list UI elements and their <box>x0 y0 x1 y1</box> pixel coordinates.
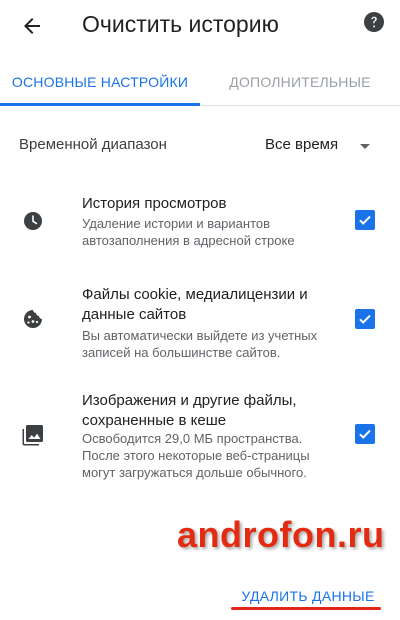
browsing-history-description: Удаление истории и вариантов автозаполне… <box>82 216 295 248</box>
cookies-description: Вы автоматически выйдете из учетных запи… <box>82 328 318 360</box>
check-icon <box>359 215 371 225</box>
browsing-history-option[interactable]: История просмотров Удаление истории и ва… <box>0 190 400 260</box>
time-range-row: Временной диапазон Все время <box>0 124 400 168</box>
browsing-history-checkbox[interactable] <box>355 210 375 230</box>
time-range-dropdown[interactable]: Все время <box>258 128 382 164</box>
tab-basic-settings[interactable]: ОСНОВНЫЕ НАСТРОЙКИ <box>0 58 200 106</box>
check-icon <box>359 429 371 439</box>
help-button[interactable] <box>362 10 386 34</box>
time-range-value: Все время <box>265 136 339 153</box>
watermark-text: androfon.ru <box>177 514 385 555</box>
cached-files-description: Освободится 29,0 МБ пространства. После … <box>82 431 310 480</box>
help-circle-icon <box>364 12 384 32</box>
back-button[interactable] <box>16 10 48 42</box>
cached-files-option[interactable]: Изображения и другие файлы, сохраненные … <box>0 389 400 489</box>
cookie-icon <box>24 310 42 328</box>
active-tab-indicator <box>0 103 200 106</box>
dropdown-arrow-icon <box>360 144 370 149</box>
check-icon <box>359 314 371 324</box>
cached-files-checkbox[interactable] <box>355 424 375 444</box>
tab-advanced-settings[interactable]: ДОПОЛНИТЕЛЬНЫЕ <box>200 58 400 106</box>
time-range-label: Временной диапазон <box>19 136 167 153</box>
cookies-title: Файлы cookie, медиалицензии и данные сай… <box>82 286 308 323</box>
app-bar: Очистить историю <box>0 0 400 56</box>
cached-files-title: Изображения и другие файлы, сохраненные … <box>82 392 297 429</box>
cookies-option[interactable]: Файлы cookie, медиалицензии и данные сай… <box>0 283 400 363</box>
delete-data-button[interactable]: УДАЛИТЬ ДАННЫЕ <box>240 584 376 608</box>
highlight-underline <box>231 607 381 610</box>
page-title: Очистить историю <box>82 11 279 37</box>
clock-icon <box>24 212 42 230</box>
browsing-history-title: История просмотров <box>82 195 227 212</box>
arrow-back-icon <box>24 18 40 34</box>
cookies-checkbox[interactable] <box>355 309 375 329</box>
tab-bar: ОСНОВНЫЕ НАСТРОЙКИ ДОПОЛНИТЕЛЬНЫЕ <box>0 58 400 106</box>
image-icon <box>22 425 43 446</box>
